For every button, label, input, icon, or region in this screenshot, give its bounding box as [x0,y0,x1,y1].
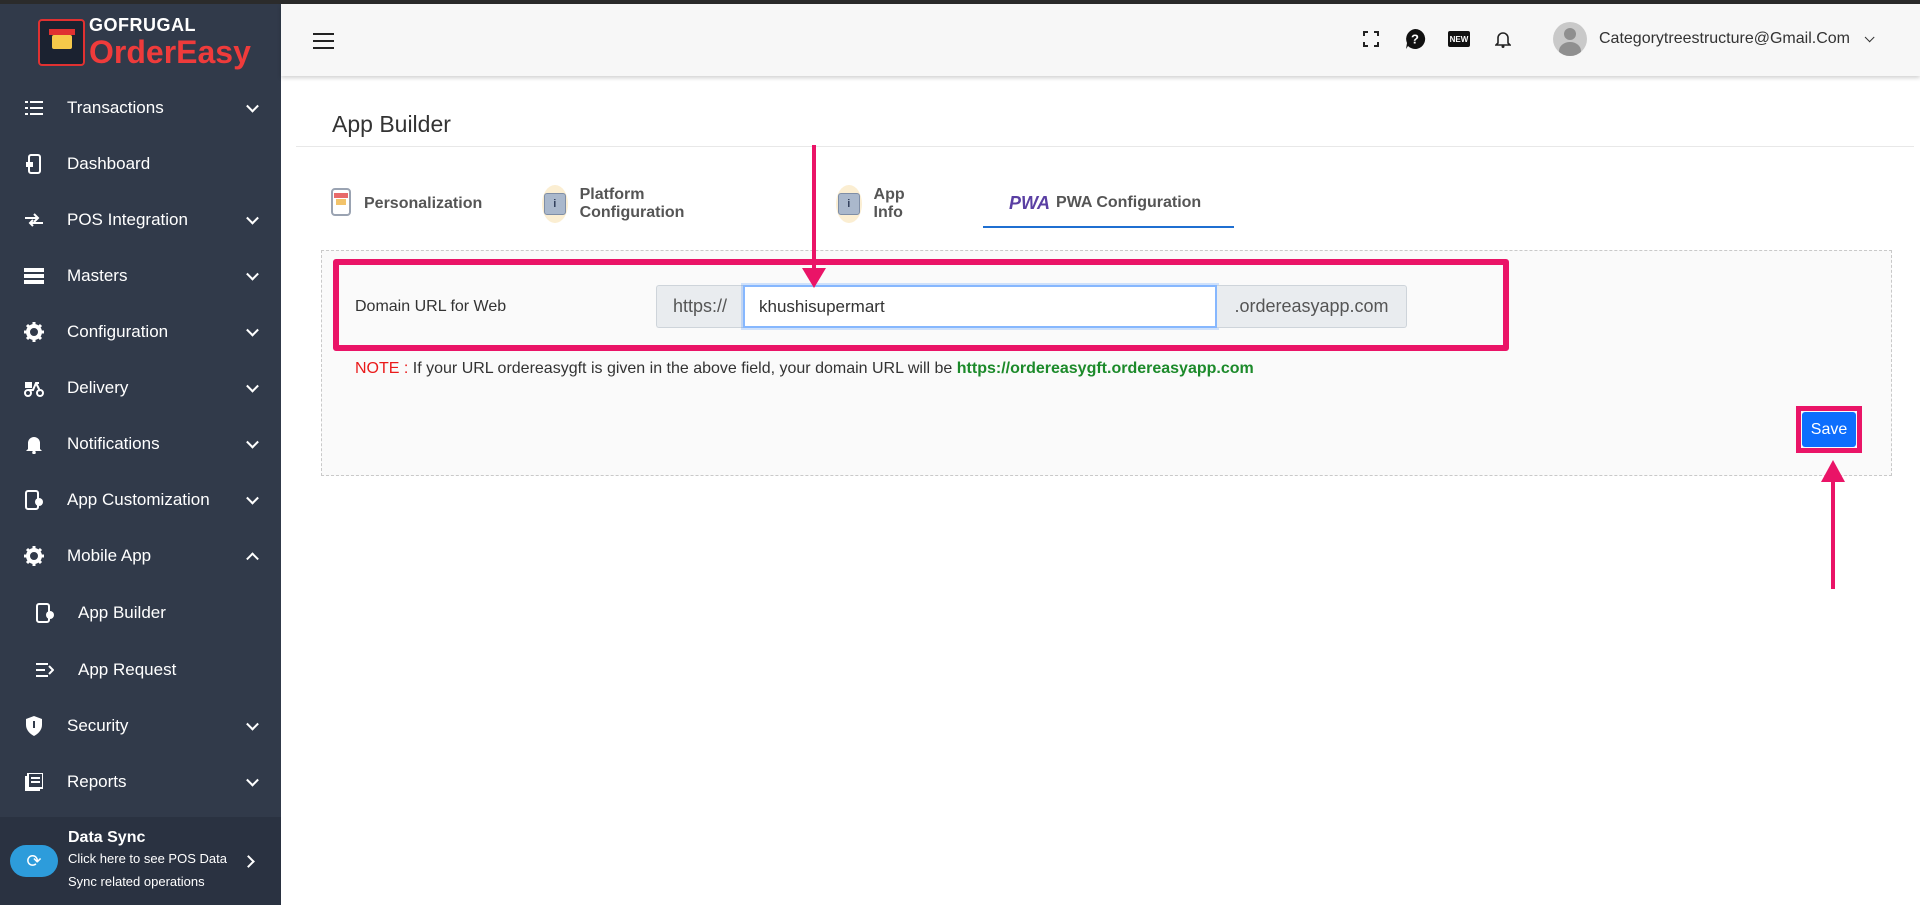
annotation-arrowhead-up [1821,460,1845,482]
cart-logo-icon [38,18,85,66]
tab-platform-configuration[interactable]: i Platform Configuration [542,180,697,228]
annotation-arrow-down [812,145,816,270]
sidebar-item-label: App Customization [67,490,210,509]
sidebar-item-label: POS Integration [67,210,188,229]
gear-icon [23,545,45,567]
sidebar-item-label: Reports [67,772,127,791]
tab-app-info[interactable]: i App Info [836,180,917,228]
report-icon [23,771,45,793]
cloud-sync-icon: ⟳ [10,845,58,877]
sidebar-item-label: Security [67,716,129,735]
sidebar-item-label: Masters [67,266,128,285]
bell-icon[interactable] [1492,28,1514,50]
save-button[interactable]: Save [1802,412,1856,447]
data-sync-title: Data Sync [68,829,146,846]
tab-personalization[interactable]: Personalization [330,180,482,228]
stack-icon [23,265,45,287]
chevron-right-icon [242,855,255,868]
note-example-url: https://ordereasygft.ordereasyapp.com [956,360,1254,377]
avatar [1553,22,1587,56]
tab-pwa-configuration[interactable]: PWA PWA Configuration [983,180,1234,228]
sidebar-item-dashboard[interactable]: Dashboard [0,136,281,192]
list-icon [23,97,45,119]
annotation-arrowhead-down [802,268,826,288]
mobile-store-icon [330,187,352,222]
brand-name: OrderEasy [89,34,251,70]
brand-top-text: GOFRUGAL [89,15,196,35]
pwa-logo-icon: PWA [1009,192,1051,213]
request-list-icon [34,659,56,681]
domain-url-input[interactable] [743,285,1217,328]
sidebar-subitem-app-builder[interactable]: App Builder [0,584,281,641]
chevron-down-icon [246,211,259,225]
sidebar-item-app-customization[interactable]: App Customization [0,472,281,528]
data-sync-panel[interactable]: ⟳ Data Sync Click here to see POS Data S… [0,817,281,905]
tab-label: Platform Configuration [579,186,685,221]
new-badge: NEW [1448,31,1470,47]
sidebar-item-label: Configuration [67,322,169,341]
sidebar-item-pos-integration[interactable]: POS Integration [0,192,281,248]
note-label: NOTE : [355,360,409,377]
tab-label: PWA Configuration [1056,194,1202,211]
url-suffix: .ordereasyapp.com [1217,285,1407,328]
chevron-down-icon [1864,31,1875,42]
new-badge-icon[interactable]: NEW [1448,28,1470,50]
fullscreen-icon[interactable] [1360,28,1382,50]
divider [296,146,1914,147]
svg-text:?: ? [1411,32,1419,47]
sidebar-item-label: Mobile App [67,546,152,565]
sidebar-subitem-label: App Builder [78,602,166,622]
chevron-down-icon [246,773,259,787]
chevron-down-icon [246,267,259,281]
note-text: If your URL ordereasygft is given in the… [408,360,957,377]
page-title: App Builder [332,111,451,137]
brand[interactable]: GOFRUGAL OrderEasy [0,4,281,80]
sidebar-item-mobile-app[interactable]: Mobile App [0,528,281,584]
chevron-down-icon [246,379,259,393]
sidebar-subitem-label: App Request [78,659,177,679]
sidebar-item-configuration[interactable]: Configuration [0,304,281,360]
top-header: ? NEW Categorytreestructure@Gmail.Com [281,4,1920,76]
shield-icon [23,715,45,737]
info-card-icon: i [836,185,862,223]
annotation-arrow-up [1831,480,1835,589]
sidebar-item-label: Delivery [67,378,129,397]
help-icon[interactable]: ? [1404,28,1426,50]
domain-note: NOTE : If your URL ordereasygft is given… [355,360,1254,378]
scooter-icon [23,377,45,399]
tab-label: App Info [873,186,905,221]
sidebar-item-label: Dashboard [67,154,151,173]
sidebar-subitem-app-request[interactable]: App Request [0,641,281,698]
sidebar-nav: Transactions Dashboard POS Integration M… [0,80,281,810]
chevron-down-icon [246,491,259,505]
sidebar: GOFRUGAL OrderEasy Transactions Dashboar… [0,4,281,905]
sidebar-item-masters[interactable]: Masters [0,248,281,304]
sidebar-item-label: Transactions [67,98,164,117]
tab-label: Personalization [364,195,483,212]
chevron-down-icon [246,99,259,113]
gear-icon [23,321,45,343]
domain-url-label: Domain URL for Web [355,298,507,315]
sidebar-item-security[interactable]: Security [0,698,281,754]
sidebar-item-delivery[interactable]: Delivery [0,360,281,416]
app-edit-icon [34,602,56,624]
user-email: Categorytreestructure@Gmail.Com [1599,30,1850,47]
sidebar-item-reports[interactable]: Reports [0,754,281,810]
chevron-down-icon [246,323,259,337]
dashboard-icon [23,153,45,175]
chevron-down-icon [246,435,259,449]
url-prefix: https:// [656,285,743,328]
swap-icon [23,209,45,231]
sidebar-item-label: Notifications [67,434,160,453]
data-sync-subtitle: Click here to see POS Data Sync related … [68,851,227,889]
info-card-icon: i [542,185,568,223]
sidebar-item-transactions[interactable]: Transactions [0,80,281,136]
sidebar-item-notifications[interactable]: Notifications [0,416,281,472]
chevron-up-icon [246,552,259,566]
user-menu[interactable]: Categorytreestructure@Gmail.Com [1553,22,1875,56]
app-edit-icon [23,489,45,511]
chevron-down-icon [246,717,259,731]
bell-icon [23,433,45,455]
menu-toggle-icon[interactable] [313,33,334,49]
